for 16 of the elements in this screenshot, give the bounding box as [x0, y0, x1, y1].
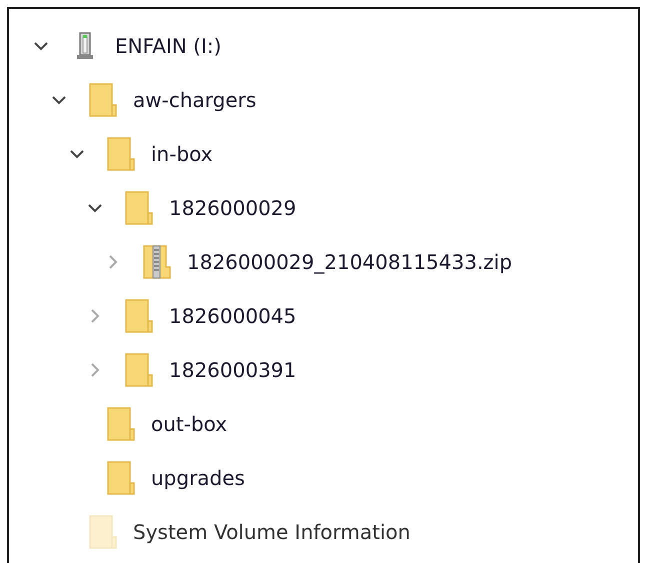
- tree-item[interactable]: 1826000029: [169, 196, 296, 220]
- drive-icon: [76, 32, 94, 60]
- tree-item[interactable]: out-box: [151, 412, 228, 436]
- tree-item[interactable]: ENFAIN (I:): [115, 34, 222, 58]
- chevron-down-icon[interactable]: [87, 203, 103, 213]
- tree-item[interactable]: aw-chargers: [133, 88, 256, 112]
- tree-item[interactable]: 1826000029_210408115433.zip: [187, 250, 512, 274]
- tree-item[interactable]: in-box: [151, 142, 213, 166]
- chevron-down-icon[interactable]: [33, 41, 49, 51]
- tree-item[interactable]: System Volume Information: [133, 520, 410, 544]
- chevron-down-icon[interactable]: [69, 149, 85, 159]
- tree-item[interactable]: 1826000391: [169, 358, 296, 382]
- zip-folder-icon: [143, 245, 171, 279]
- chevron-down-icon[interactable]: [51, 95, 67, 105]
- tree-item[interactable]: upgrades: [151, 466, 245, 490]
- tree-item[interactable]: 1826000045: [169, 304, 296, 328]
